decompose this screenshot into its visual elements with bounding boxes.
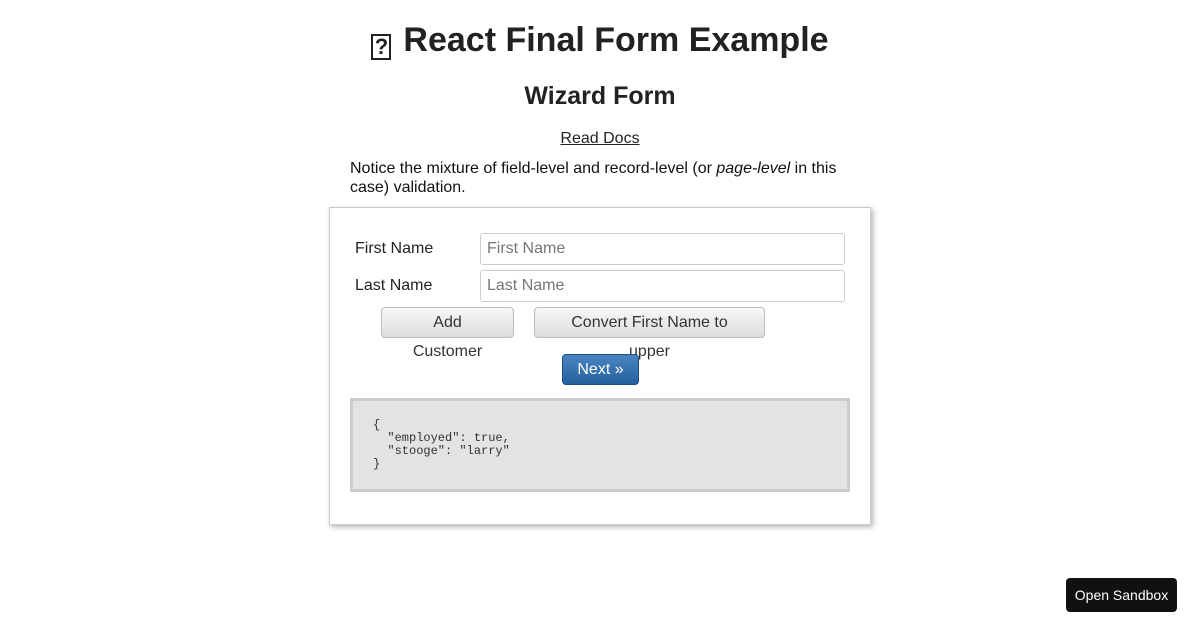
open-sandbox-button[interactable]: Open Sandbox [1066,578,1177,612]
add-customer-button[interactable]: Add Customer [381,307,514,360]
first-name-row: First Name [355,233,847,265]
read-docs-link[interactable]: Read Docs [560,130,639,147]
last-name-input[interactable] [480,270,845,302]
first-name-input[interactable] [480,233,845,265]
page-title: ? React Final Form Example [0,20,1200,60]
notice-text: Notice the mixture of field-level and re… [350,159,850,197]
form-values-json: { "employed": true, "stooge": "larry" } [350,398,850,492]
convert-first-name-button[interactable]: Convert First Name to upper [534,307,765,360]
notice-emphasis: page-level [716,160,791,177]
page-subtitle: Wizard Form [524,82,676,110]
missing-glyph-icon: ? [371,34,392,60]
wizard-form-card: First Name Last Name Add Customer Conver… [329,207,871,525]
page-title-text: React Final Form Example [403,21,829,59]
last-name-row: Last Name [355,270,847,302]
notice-text-before: Notice the mixture of field-level and re… [350,160,717,177]
first-name-label: First Name [355,240,434,257]
docs-link-wrapper: Read Docs [0,129,1200,149]
last-name-label: Last Name [355,277,433,294]
next-button[interactable]: Next » [562,354,639,385]
